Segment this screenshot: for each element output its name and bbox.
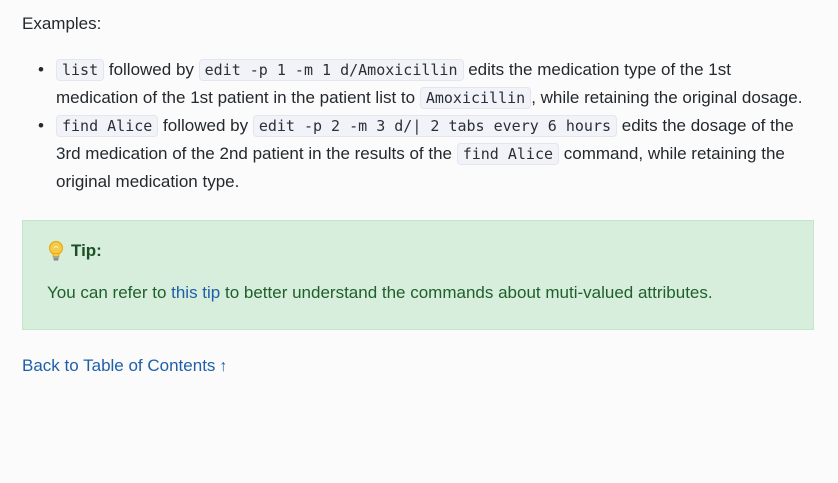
this-tip-link[interactable]: this tip [171, 283, 220, 302]
tip-body: You can refer to this tip to better unde… [47, 279, 789, 307]
back-to-toc: Back to Table of Contents ↑ [22, 352, 816, 381]
tip-box: Tip: You can refer to this tip to better… [22, 220, 814, 330]
bullet-icon: • [38, 60, 44, 79]
list-item: • find Alice followed by edit -p 2 -m 3 … [38, 112, 816, 196]
inline-code: find Alice [456, 143, 560, 165]
tip-title: Tip: [71, 241, 102, 260]
tip-text: to better understand the commands about … [220, 283, 713, 302]
arrow-up-icon: ↑ [219, 358, 228, 375]
list-item: • list followed by edit -p 1 -m 1 d/Amox… [38, 56, 816, 112]
inline-code: edit -p 1 -m 1 d/Amoxicillin [198, 59, 464, 81]
inline-code: edit -p 2 -m 3 d/| 2 tabs every 6 hours [252, 115, 618, 137]
example-text: followed by [104, 60, 199, 79]
inline-code: Amoxicillin [419, 87, 532, 109]
inline-code: find Alice [56, 115, 159, 137]
examples-list: • list followed by edit -p 1 -m 1 d/Amox… [22, 56, 816, 196]
bullet-icon: • [38, 116, 44, 135]
back-to-toc-link[interactable]: Back to Table of Contents ↑ [22, 356, 227, 375]
lightbulb-icon [47, 240, 65, 262]
example-text: , while retaining the original dosage. [531, 88, 803, 107]
tip-text: You can refer to [47, 283, 172, 302]
inline-code: list [56, 59, 105, 81]
tip-header: Tip: [47, 237, 789, 265]
back-to-toc-label: Back to Table of Contents [22, 356, 216, 375]
example-text: followed by [158, 116, 253, 135]
document-page: Examples: • list followed by edit -p 1 -… [0, 0, 838, 483]
examples-label: Examples: [22, 14, 102, 33]
